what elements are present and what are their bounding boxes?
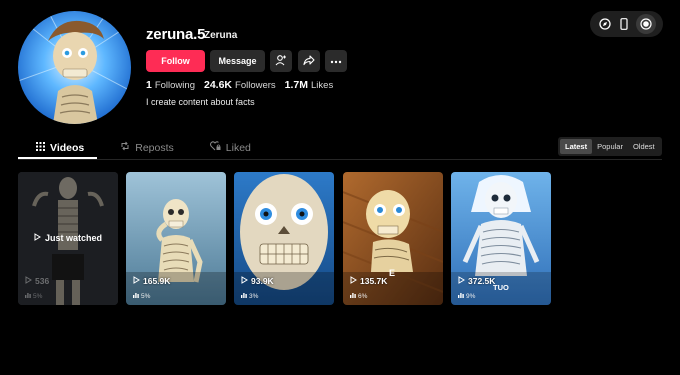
video-card[interactable]: TUO 372.5K 9% xyxy=(451,172,551,305)
sort-toggle: Latest Popular Oldest xyxy=(558,137,662,156)
view-count: 536 xyxy=(25,276,49,286)
bio: I create content about facts xyxy=(146,97,255,107)
profile-tabs: Videos Reposts Liked xyxy=(18,137,269,159)
bar-chart-icon xyxy=(25,292,31,300)
video-card[interactable]: 165.9K 5% xyxy=(126,172,226,305)
profile-stats: 1 Following 24.6K Followers 1.7M Likes xyxy=(146,79,333,91)
bar-chart-icon xyxy=(133,292,139,300)
engagement-rate: 5% xyxy=(133,292,150,300)
follow-button[interactable]: Follow xyxy=(146,50,205,72)
play-icon xyxy=(241,276,248,286)
likes-stat: 1.7M Likes xyxy=(284,79,334,91)
play-icon xyxy=(25,276,32,286)
ellipsis-icon xyxy=(330,56,342,66)
video-card[interactable]: 93.9K 3% xyxy=(234,172,334,305)
avatar[interactable] xyxy=(18,11,131,124)
engagement-rate: 9% xyxy=(458,292,475,300)
view-count: 135.7K xyxy=(350,276,387,286)
view-controls xyxy=(590,11,663,37)
video-caption: E xyxy=(389,268,396,278)
view-count: 165.9K xyxy=(133,276,170,286)
username: zeruna.5 xyxy=(146,26,206,43)
view-count: 372.5K xyxy=(458,276,495,286)
play-icon xyxy=(350,276,357,286)
followers-stat[interactable]: 24.6K Followers xyxy=(204,79,276,91)
nickname: Zeruna xyxy=(204,30,238,41)
share-button[interactable] xyxy=(298,50,320,72)
sort-latest[interactable]: Latest xyxy=(560,139,593,154)
heart-lock-icon xyxy=(209,141,221,154)
sort-oldest[interactable]: Oldest xyxy=(628,139,660,154)
video-card[interactable]: Just watched 536 5% xyxy=(18,172,118,305)
add-friend-button[interactable] xyxy=(270,50,292,72)
tab-reposts[interactable]: Reposts xyxy=(102,137,192,158)
compass-icon[interactable] xyxy=(598,17,612,31)
share-icon xyxy=(303,54,315,68)
play-icon xyxy=(133,276,140,286)
tab-videos[interactable]: Videos xyxy=(18,137,102,158)
following-stat[interactable]: 1 Following xyxy=(146,79,195,91)
message-button[interactable]: Message xyxy=(210,50,265,72)
tab-liked[interactable]: Liked xyxy=(192,137,269,158)
phone-icon[interactable] xyxy=(617,17,631,31)
bar-chart-icon xyxy=(458,292,464,300)
engagement-rate: 6% xyxy=(350,292,367,300)
record-icon[interactable] xyxy=(635,14,656,34)
view-count: 93.9K xyxy=(241,276,274,286)
bar-chart-icon xyxy=(241,292,247,300)
play-icon xyxy=(458,276,465,286)
video-card[interactable]: E 135.7K 6% xyxy=(343,172,443,305)
repost-icon xyxy=(120,141,130,154)
play-icon xyxy=(34,233,41,243)
tab-divider xyxy=(18,159,662,160)
engagement-rate: 5% xyxy=(25,292,42,300)
add-user-icon xyxy=(275,54,287,68)
more-button[interactable] xyxy=(325,50,347,72)
bar-chart-icon xyxy=(350,292,356,300)
grid-icon xyxy=(36,141,45,154)
just-watched-label: Just watched xyxy=(18,233,118,243)
engagement-rate: 3% xyxy=(241,292,258,300)
sort-popular[interactable]: Popular xyxy=(592,139,628,154)
